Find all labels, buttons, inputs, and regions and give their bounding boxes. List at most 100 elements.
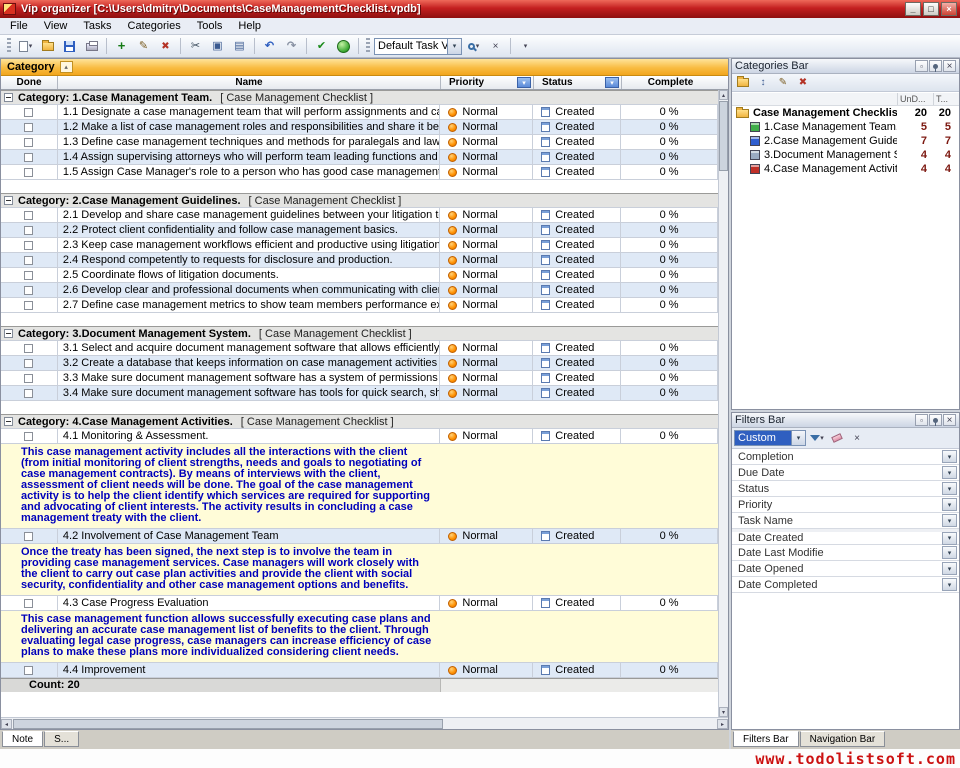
group-by-bar[interactable]: Category bbox=[1, 59, 728, 76]
paste-button[interactable] bbox=[229, 37, 250, 56]
minimize-button[interactable] bbox=[905, 2, 921, 16]
tree-category-row[interactable]: 1.Case Management Team.55 bbox=[732, 120, 959, 134]
task-checkbox[interactable] bbox=[24, 301, 33, 310]
combo-dropdown-icon[interactable] bbox=[791, 431, 805, 445]
category-header-row[interactable]: Category: 2.Case Management Guidelines.[… bbox=[1, 193, 718, 208]
menu-item-help[interactable]: Help bbox=[230, 19, 269, 33]
clear-filter-button[interactable] bbox=[828, 431, 846, 446]
add-task-button[interactable] bbox=[111, 37, 132, 56]
task-checkbox[interactable] bbox=[24, 108, 33, 117]
save-button[interactable] bbox=[59, 37, 80, 56]
tab-s[interactable]: S... bbox=[44, 731, 79, 747]
menu-item-tasks[interactable]: Tasks bbox=[75, 19, 119, 33]
column-header-done[interactable]: Done bbox=[1, 76, 58, 89]
panel-pin-button[interactable] bbox=[929, 60, 942, 72]
task-row[interactable]: 2.7 Define case management metrics to sh… bbox=[1, 298, 718, 313]
clear-view-button[interactable] bbox=[485, 37, 506, 56]
sort-ascending-button[interactable] bbox=[60, 61, 73, 73]
task-checkbox[interactable] bbox=[24, 241, 33, 250]
close-button[interactable] bbox=[941, 2, 957, 16]
filter-field-priority[interactable]: Priority bbox=[732, 497, 959, 513]
filter-field-date-opened[interactable]: Date Opened bbox=[732, 561, 959, 577]
search-view-button[interactable] bbox=[463, 37, 484, 56]
vertical-scrollbar-thumb[interactable] bbox=[719, 101, 728, 171]
undo-button[interactable] bbox=[259, 37, 280, 56]
task-row[interactable]: 3.4 Make sure document management softwa… bbox=[1, 386, 718, 401]
apply-filter-button[interactable] bbox=[808, 431, 826, 446]
task-checkbox[interactable] bbox=[24, 271, 33, 280]
task-row[interactable]: 1.5 Assign Case Manager's role to a pers… bbox=[1, 165, 718, 180]
cut-button[interactable] bbox=[185, 37, 206, 56]
toolbar-options-button[interactable] bbox=[515, 37, 536, 56]
task-row[interactable]: 2.2 Protect client confidentiality and f… bbox=[1, 223, 718, 238]
panel-menu-button[interactable] bbox=[915, 60, 928, 72]
task-row[interactable]: 2.1 Develop and share case management gu… bbox=[1, 208, 718, 223]
task-row[interactable]: 1.1 Designate a case management team tha… bbox=[1, 105, 718, 120]
task-checkbox[interactable] bbox=[24, 138, 33, 147]
task-row[interactable]: 2.5 Coordinate flows of litigation docum… bbox=[1, 268, 718, 283]
vertical-scrollbar[interactable] bbox=[718, 90, 728, 717]
filter-field-date-completed[interactable]: Date Completed bbox=[732, 577, 959, 593]
task-checkbox[interactable] bbox=[24, 123, 33, 132]
filter-field-due-date[interactable]: Due Date bbox=[732, 465, 959, 481]
filter-dropdown-button[interactable] bbox=[942, 466, 957, 479]
open-button[interactable] bbox=[37, 37, 58, 56]
task-row[interactable]: 4.3 Case Progress EvaluationNormalCreate… bbox=[1, 596, 718, 611]
tree-category-row[interactable]: 2.Case Management Guideline77 bbox=[732, 134, 959, 148]
scroll-up-icon[interactable] bbox=[719, 90, 728, 100]
task-checkbox[interactable] bbox=[24, 168, 33, 177]
web-button[interactable] bbox=[333, 37, 354, 56]
scroll-right-icon[interactable] bbox=[717, 719, 728, 729]
toolbar-grip[interactable] bbox=[7, 38, 11, 54]
collapse-expander-icon[interactable] bbox=[4, 93, 13, 102]
filter-dropdown-button[interactable] bbox=[942, 562, 957, 575]
collapse-expander-icon[interactable] bbox=[4, 196, 13, 205]
category-header-row[interactable]: Category: 4.Case Management Activities.[… bbox=[1, 414, 718, 429]
tab-note[interactable]: Note bbox=[2, 731, 43, 747]
remove-filter-button[interactable] bbox=[848, 431, 866, 446]
panel-pin-button[interactable] bbox=[929, 414, 942, 426]
category-header-row[interactable]: Category: 3.Document Management System.[… bbox=[1, 326, 718, 341]
task-checkbox[interactable] bbox=[24, 286, 33, 295]
task-row[interactable]: 1.3 Define case management techniques an… bbox=[1, 135, 718, 150]
task-row[interactable]: 3.3 Make sure document management softwa… bbox=[1, 371, 718, 386]
menu-item-view[interactable]: View bbox=[36, 19, 76, 33]
filter-dropdown-button[interactable] bbox=[942, 514, 957, 527]
filter-dropdown-button[interactable] bbox=[942, 498, 957, 511]
task-checkbox[interactable] bbox=[24, 666, 33, 675]
tree-column-undone[interactable]: UnD... bbox=[897, 93, 933, 105]
task-row[interactable]: 1.4 Assign supervising attorneys who wil… bbox=[1, 150, 718, 165]
task-row[interactable]: 4.1 Monitoring & Assessment.NormalCreate… bbox=[1, 429, 718, 444]
menu-item-categories[interactable]: Categories bbox=[120, 19, 189, 33]
delete-task-button[interactable] bbox=[155, 37, 176, 56]
delete-category-button[interactable] bbox=[794, 75, 812, 90]
column-header-complete[interactable]: Complete bbox=[622, 76, 719, 89]
tree-category-row[interactable]: 3.Document Management Syst44 bbox=[732, 148, 959, 162]
collapse-expander-icon[interactable] bbox=[4, 417, 13, 426]
task-checkbox[interactable] bbox=[24, 599, 33, 608]
task-view-combo[interactable]: Default Task V bbox=[374, 38, 462, 55]
new-task-button[interactable] bbox=[15, 37, 36, 56]
column-header-name[interactable]: Name bbox=[58, 76, 441, 89]
tab-navigation-bar[interactable]: Navigation Bar bbox=[800, 731, 886, 747]
status-filter-dropdown[interactable] bbox=[605, 77, 619, 88]
panel-menu-button[interactable] bbox=[915, 414, 928, 426]
filter-field-date-last-modifie[interactable]: Date Last Modifie bbox=[732, 545, 959, 561]
horizontal-scrollbar-thumb[interactable] bbox=[13, 719, 443, 729]
filter-field-status[interactable]: Status bbox=[732, 481, 959, 497]
task-row[interactable]: 4.2 Involvement of Case Management TeamN… bbox=[1, 529, 718, 544]
edit-task-button[interactable] bbox=[133, 37, 154, 56]
task-checkbox[interactable] bbox=[24, 211, 33, 220]
panel-close-button[interactable] bbox=[943, 60, 956, 72]
column-header-status[interactable]: Status bbox=[534, 76, 622, 89]
scroll-left-icon[interactable] bbox=[1, 719, 12, 729]
panel-close-button[interactable] bbox=[943, 414, 956, 426]
copy-button[interactable] bbox=[207, 37, 228, 56]
filter-field-date-created[interactable]: Date Created bbox=[732, 529, 959, 545]
filter-field-task-name[interactable]: Task Name bbox=[732, 513, 959, 529]
filter-dropdown-button[interactable] bbox=[942, 482, 957, 495]
task-checkbox[interactable] bbox=[24, 432, 33, 441]
filter-preset-combo[interactable]: Custom bbox=[734, 430, 806, 446]
tree-category-row[interactable]: 4.Case Management Activities44 bbox=[732, 162, 959, 176]
print-button[interactable] bbox=[81, 37, 102, 56]
